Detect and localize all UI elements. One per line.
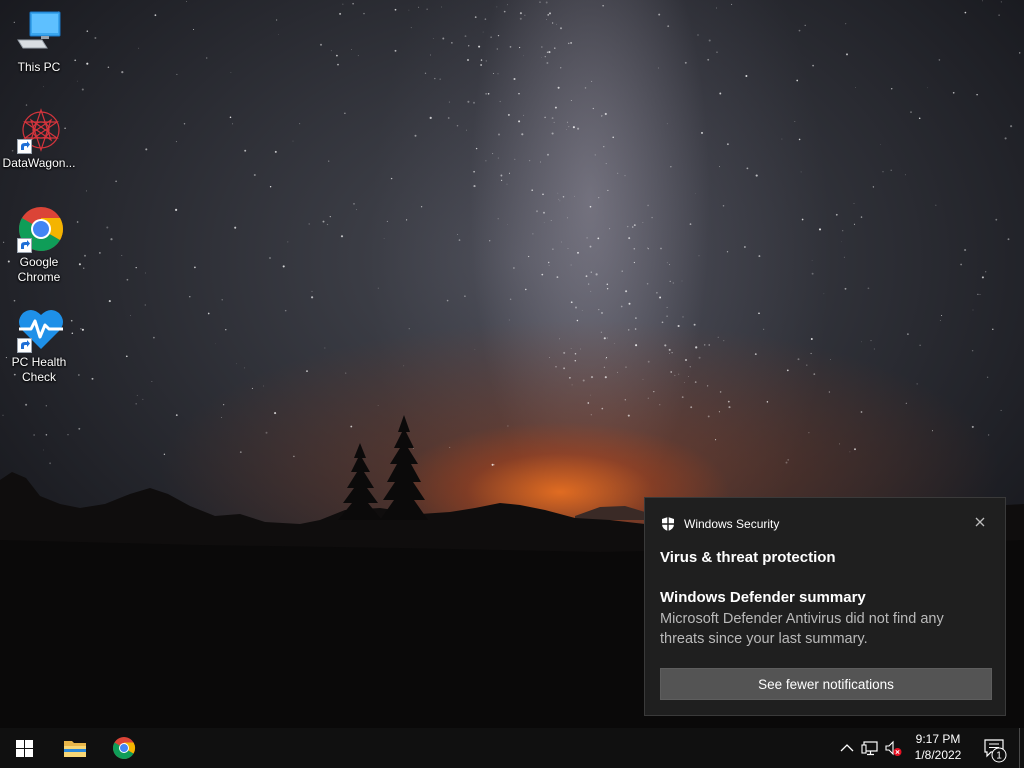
desktop-wallpaper: This PC DataWagon... Google Chrome PC He… <box>0 0 1024 728</box>
health-check-icon <box>15 305 63 353</box>
windows-logo-icon <box>15 739 33 757</box>
shortcut-arrow-icon <box>17 338 32 353</box>
desktop-icon-google-chrome[interactable]: Google Chrome <box>0 205 78 285</box>
notification-body: Microsoft Defender Antivirus did not fin… <box>660 611 944 647</box>
chevron-up-icon[interactable] <box>838 739 856 757</box>
clock-time: 9:17 PM <box>915 732 961 746</box>
network-icon[interactable] <box>861 739 879 757</box>
see-fewer-notifications-button[interactable]: See fewer notifications <box>660 668 992 700</box>
shortcut-arrow-icon <box>17 139 32 154</box>
action-center-button[interactable]: 1 <box>978 728 1018 768</box>
desktop-icon-label: PC Health Check <box>11 355 67 384</box>
datawagon-app-icon <box>15 106 63 154</box>
notification-title: Virus & threat protection <box>660 549 836 566</box>
system-clock[interactable]: 9:17 PM 1/8/2022 <box>904 731 972 763</box>
notification-header: Windows Security <box>660 516 779 532</box>
taskbar-file-explorer[interactable] <box>51 728 99 768</box>
computer-icon <box>15 10 63 58</box>
folder-icon <box>64 741 86 757</box>
volume-muted-icon[interactable] <box>884 739 902 757</box>
chrome-icon <box>15 205 63 253</box>
show-desktop-button[interactable] <box>1019 728 1024 768</box>
chrome-icon <box>113 737 135 759</box>
start-button[interactable] <box>0 728 48 768</box>
shield-icon <box>662 517 674 531</box>
desktop-icon-label: Google Chrome <box>17 255 61 284</box>
notification-app-name: Windows Security <box>684 517 780 531</box>
desktop-icon-pc-health-check[interactable]: PC Health Check <box>0 305 78 385</box>
action-center-icon: 1 <box>984 739 1007 763</box>
close-icon[interactable] <box>973 515 987 529</box>
notification-subtitle: Windows Defender summary <box>660 589 866 606</box>
desktop-icon-label: DataWagon... <box>2 156 76 170</box>
desktop-icon-this-pc[interactable]: This PC <box>0 10 78 75</box>
clock-date: 1/8/2022 <box>914 748 962 762</box>
desktop-icon-datawagon[interactable]: DataWagon... <box>0 106 78 171</box>
shortcut-arrow-icon <box>17 238 32 253</box>
taskbar-google-chrome[interactable] <box>100 728 148 768</box>
notification-count-badge: 1 <box>996 751 1002 762</box>
taskbar: 9:17 PM 1/8/2022 1 <box>0 728 1024 768</box>
desktop-icon-label: This PC <box>17 60 61 74</box>
security-notification-toast[interactable]: Windows Security Virus & threat protecti… <box>644 497 1006 716</box>
